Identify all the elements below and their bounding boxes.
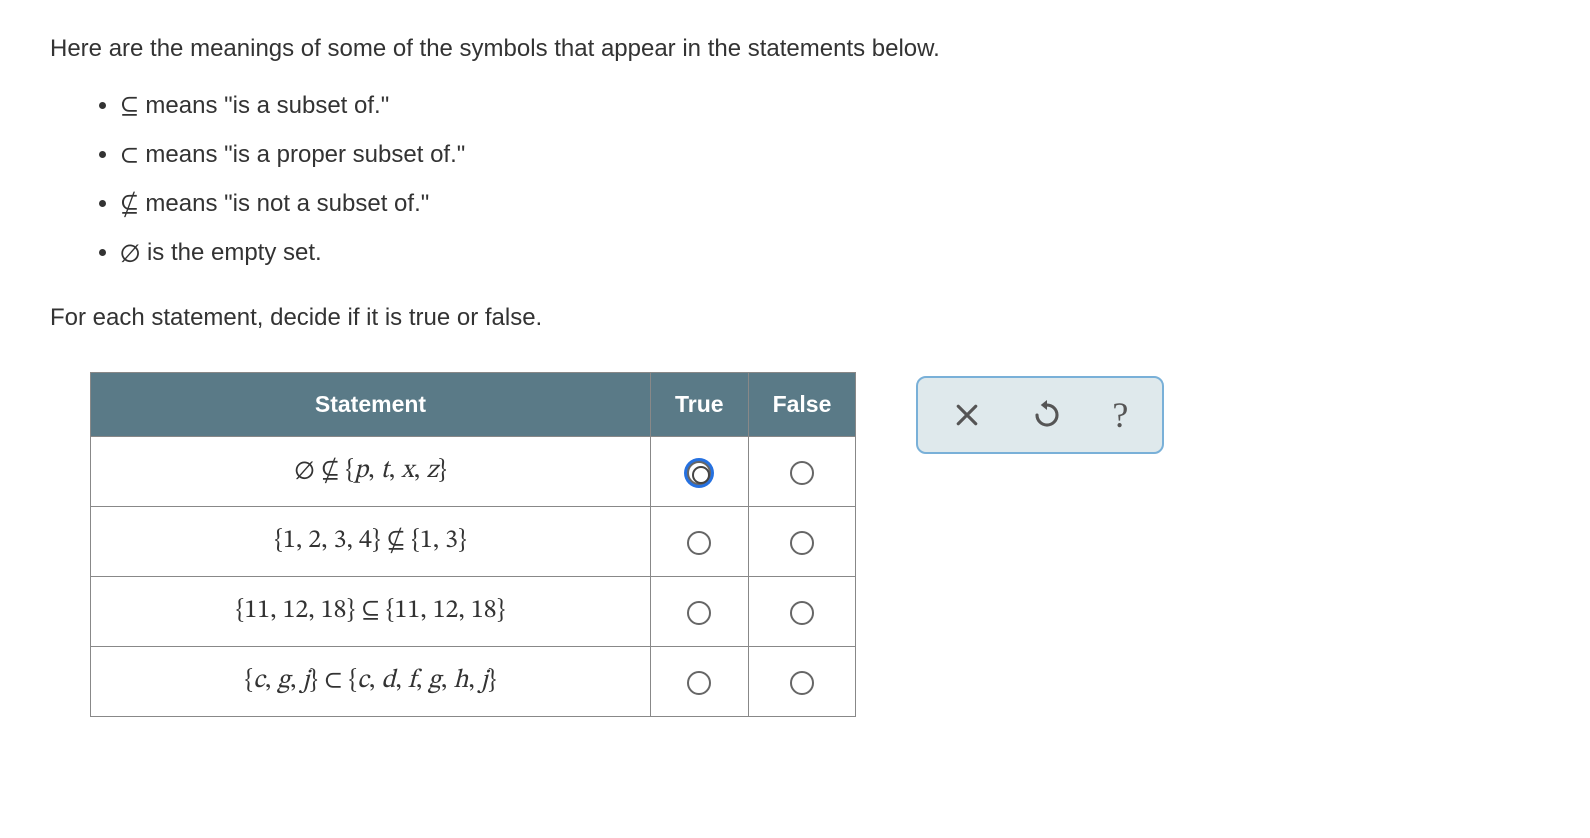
help-icon: ?: [1112, 394, 1128, 436]
subset-symbol: ⊆: [120, 94, 139, 120]
definitions-list: ⊆ means "is a subset of." ⊂ means "is a …: [50, 88, 1540, 274]
header-statement: Statement: [91, 373, 651, 437]
statement-cell: {11, 12, 18} ⊆ {11, 12, 18}: [91, 577, 651, 647]
definition-text: means "is a subset of.": [139, 92, 390, 119]
empty-set-symbol: ∅: [120, 241, 140, 267]
statement-cell: {c, g, j} ⊂ {c, d, f, g, h, j}: [91, 647, 651, 717]
radio-false[interactable]: [790, 601, 814, 625]
radio-true[interactable]: [687, 601, 711, 625]
table-row: {c, g, j} ⊂ {c, d, f, g, h, j}: [91, 647, 856, 717]
radio-true[interactable]: [687, 671, 711, 695]
undo-icon: [1032, 400, 1062, 430]
table-row: ∅ ⊈ {p, t, x, z}: [91, 437, 856, 507]
instruction-text: For each statement, decide if it is true…: [50, 304, 1540, 332]
radio-false[interactable]: [790, 461, 814, 485]
header-false: False: [748, 373, 856, 437]
undo-button[interactable]: [1032, 400, 1062, 430]
statements-table: Statement True False ∅ ⊈ {p, t, x, z} {1…: [90, 372, 856, 717]
table-row: {1, 2, 3, 4} ⊈ {1, 3}: [91, 507, 856, 577]
close-button[interactable]: [952, 400, 982, 430]
definition-text: means "is a proper subset of.": [139, 141, 466, 168]
definition-text: is the empty set.: [140, 239, 321, 266]
header-true: True: [651, 373, 749, 437]
close-icon: [952, 400, 982, 430]
definition-item: ⊆ means "is a subset of.": [120, 88, 1540, 127]
proper-subset-symbol: ⊂: [120, 143, 139, 169]
radio-true[interactable]: [687, 531, 711, 555]
table-row: {11, 12, 18} ⊆ {11, 12, 18}: [91, 577, 856, 647]
radio-true[interactable]: [687, 461, 711, 485]
statement-cell: ∅ ⊈ {p, t, x, z}: [91, 437, 651, 507]
toolbar: ?: [916, 376, 1164, 454]
definition-text: means "is not a subset of.": [139, 190, 430, 217]
definition-item: ⊈ means "is not a subset of.": [120, 186, 1540, 225]
radio-false[interactable]: [790, 531, 814, 555]
intro-text: Here are the meanings of some of the sym…: [50, 30, 1540, 68]
not-subset-symbol: ⊈: [120, 192, 139, 218]
help-button[interactable]: ?: [1112, 394, 1128, 436]
statement-cell: {1, 2, 3, 4} ⊈ {1, 3}: [91, 507, 651, 577]
definition-item: ⊂ means "is a proper subset of.": [120, 137, 1540, 176]
radio-false[interactable]: [790, 671, 814, 695]
definition-item: ∅ is the empty set.: [120, 235, 1540, 274]
